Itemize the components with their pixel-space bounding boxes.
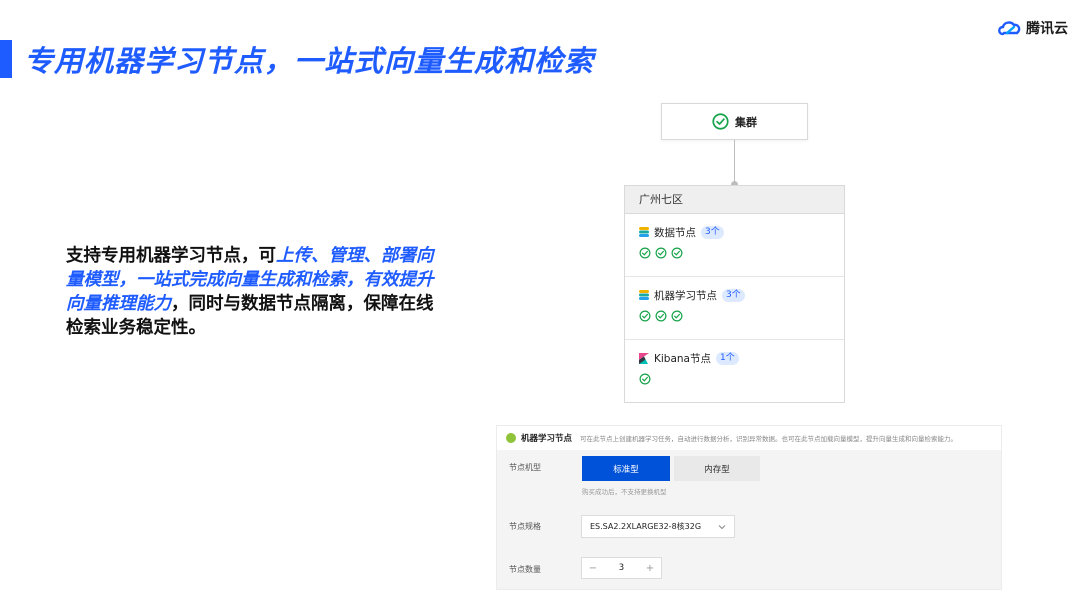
panel-header: 机器学习节点 可在此节点上创建机器学习任务，自动进行数据分析，识别异常数据。也可… (497, 426, 1001, 450)
spec-select[interactable]: ES.SA2.2XLARGE32-8核32G (581, 515, 735, 538)
check-circle-icon (671, 310, 683, 322)
check-circle-icon (712, 113, 729, 130)
cluster-node: 集群 (661, 103, 808, 140)
count-badge: 3个 (722, 288, 745, 302)
model-type-standard-button[interactable]: 标准型 (582, 456, 670, 481)
increment-button[interactable]: + (639, 558, 661, 578)
tencent-cloud-logo-icon (998, 21, 1021, 36)
model-type-note: 购买成功后，不支持更换机型 (582, 488, 667, 496)
check-circle-icon (639, 247, 651, 259)
count-badge: 3个 (701, 225, 724, 239)
zone-row-data-nodes: 数据节点 3个 (625, 214, 844, 277)
check-circle-icon (655, 247, 667, 259)
zone-row-kibana-nodes: Kibana节点 1个 (625, 340, 844, 403)
page-title: 专用机器学习节点，一站式向量生成和检索 (24, 44, 595, 78)
check-circle-icon (639, 310, 651, 322)
check-circle-icon (671, 247, 683, 259)
row-label: Kibana节点 (654, 352, 711, 365)
brand-logo: 腾讯云 (996, 18, 1068, 38)
count-badge: 1个 (716, 351, 739, 365)
row-label: 数据节点 (654, 226, 696, 239)
spec-label: 节点规格 (509, 522, 541, 531)
chevron-down-icon (718, 525, 726, 530)
status-dot-icon (506, 433, 516, 443)
elasticsearch-icon (639, 290, 649, 300)
description-text-1: 支持专用机器学习节点，可 (66, 246, 276, 266)
row-label: 机器学习节点 (654, 289, 717, 302)
quantity-stepper: − 3 + (581, 557, 662, 579)
spec-value: ES.SA2.2XLARGE32-8核32G (590, 522, 702, 531)
panel-title: 机器学习节点 (521, 434, 573, 444)
brand-name: 腾讯云 (1026, 21, 1068, 37)
feature-description: 支持专用机器学习节点，可上传、管理、部署向量模型，一站式完成向量生成和检索，有效… (66, 244, 446, 340)
model-type-memory-button[interactable]: 内存型 (674, 456, 760, 481)
availability-zone: 广州七区 数据节点 3个 机器学习节点 3个 Kibana节点 1个 (624, 185, 845, 403)
model-type-label: 节点机型 (509, 463, 541, 472)
zone-name: 广州七区 (625, 186, 844, 214)
cluster-connector (734, 140, 735, 184)
kibana-icon (639, 352, 649, 364)
ml-node-config-panel: 机器学习节点 可在此节点上创建机器学习任务，自动进行数据分析，识别异常数据。也可… (496, 425, 1002, 590)
check-circle-icon (639, 373, 651, 385)
elasticsearch-icon (639, 227, 649, 237)
quantity-label: 节点数量 (509, 565, 541, 574)
decrement-button[interactable]: − (582, 558, 604, 578)
check-circle-icon (655, 310, 667, 322)
quantity-value[interactable]: 3 (604, 563, 639, 573)
cluster-label: 集群 (735, 115, 757, 129)
panel-hint: 可在此节点上创建机器学习任务，自动进行数据分析，识别异常数据。也可在此节点加载向… (580, 435, 958, 443)
title-accent-bar (0, 40, 12, 78)
zone-row-ml-nodes: 机器学习节点 3个 (625, 277, 844, 340)
